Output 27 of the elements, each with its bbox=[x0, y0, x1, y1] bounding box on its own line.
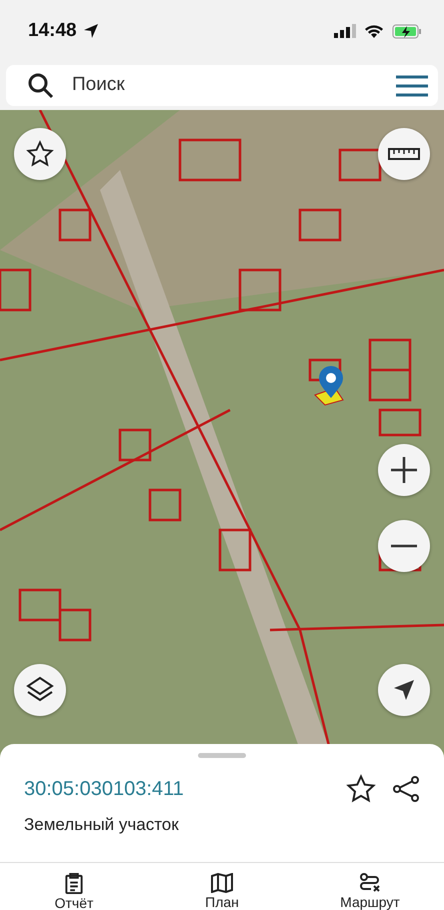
status-time: 14:48 bbox=[28, 18, 77, 43]
navigation-arrow-icon bbox=[392, 678, 416, 702]
tab-button[interactable]: План bbox=[148, 863, 296, 910]
ruler-icon bbox=[388, 146, 420, 162]
minus-icon bbox=[389, 544, 419, 548]
share-icon[interactable] bbox=[392, 775, 420, 803]
drag-handle[interactable] bbox=[198, 753, 246, 758]
plus-icon bbox=[389, 455, 419, 485]
tab-button[interactable]: Отчёт bbox=[0, 863, 148, 910]
search-icon bbox=[28, 72, 54, 98]
map-icon bbox=[211, 873, 233, 893]
search-field[interactable]: Поиск bbox=[70, 70, 380, 101]
route-icon bbox=[359, 873, 381, 893]
wifi-icon bbox=[364, 24, 384, 38]
satellite-map-drawing[interactable] bbox=[0, 110, 444, 750]
location-arrow-icon bbox=[82, 23, 99, 39]
menu-icon[interactable] bbox=[396, 74, 428, 96]
star-icon[interactable] bbox=[346, 774, 376, 804]
signal-icon bbox=[334, 24, 356, 38]
cadastral-number[interactable]: 30:05:030103:411 bbox=[24, 774, 184, 804]
parcel-type: Земельный участок bbox=[24, 814, 180, 836]
layers-icon bbox=[25, 676, 55, 704]
tab-button[interactable]: Маршрут bbox=[296, 863, 444, 910]
star-icon bbox=[26, 140, 54, 168]
battery-charging-icon bbox=[392, 24, 422, 38]
search-bar[interactable]: Поиск bbox=[6, 65, 438, 106]
clipboard-icon bbox=[64, 873, 84, 894]
